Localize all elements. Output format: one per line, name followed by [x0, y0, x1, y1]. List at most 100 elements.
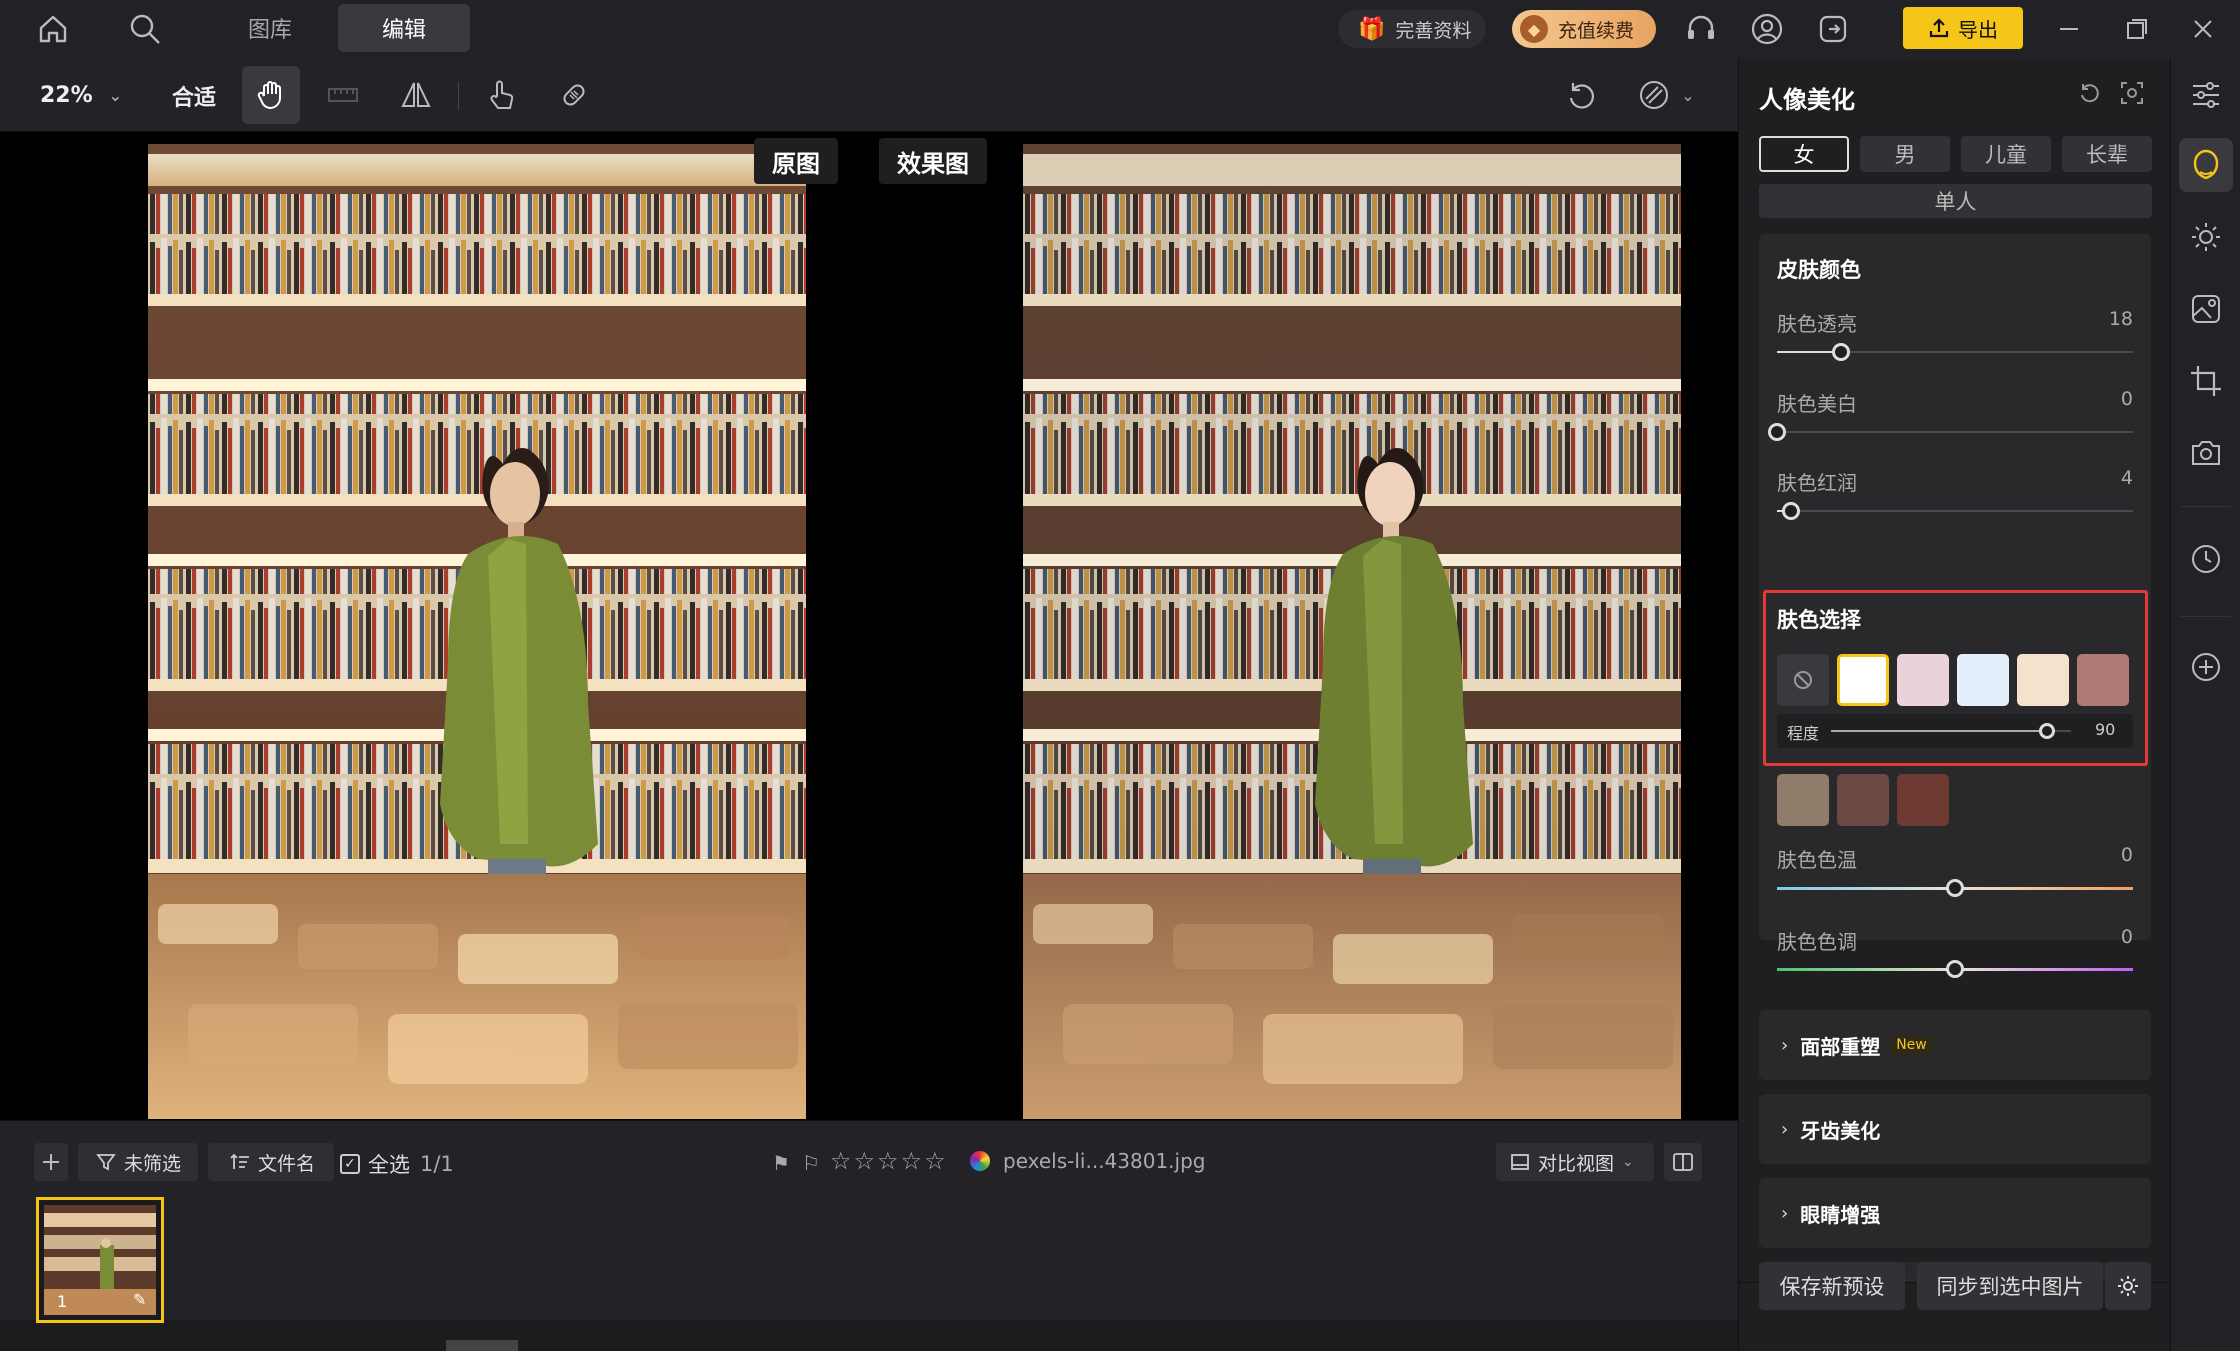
- color-label-icon[interactable]: [970, 1151, 990, 1171]
- skin-swatch-pink[interactable]: [1897, 654, 1949, 706]
- degree-value: 90: [2095, 720, 2116, 739]
- degree-handle[interactable]: [2039, 723, 2055, 739]
- photo-thumbnail[interactable]: 1 ✎: [36, 1197, 164, 1323]
- no-color-swatch[interactable]: [1777, 654, 1829, 706]
- home-icon[interactable]: [36, 12, 70, 46]
- flip-button[interactable]: [387, 66, 445, 124]
- thumbnail-index: 1: [57, 1292, 68, 1311]
- flag-icon[interactable]: ⚑: [772, 1151, 790, 1175]
- sync-selected-button[interactable]: 同步到选中图片: [1917, 1262, 2103, 1310]
- filename-label: pexels-li...43801.jpg: [1003, 1149, 1206, 1173]
- close-icon[interactable]: [2188, 14, 2218, 44]
- temp-handle[interactable]: [1946, 879, 1964, 897]
- view-mode-select[interactable]: 对比视图 ⌄: [1496, 1143, 1654, 1181]
- tone-value: 0: [2120, 926, 2133, 948]
- new-badge: New: [1890, 1035, 1933, 1055]
- section-eyes[interactable]: › 眼睛增强: [1759, 1178, 2151, 1248]
- chevron-down-icon: ⌄: [1622, 1154, 1634, 1170]
- tab-library[interactable]: 图库: [222, 4, 318, 52]
- minimize-icon[interactable]: [2054, 14, 2084, 44]
- filmstrip-scrollbar[interactable]: [446, 1340, 518, 1351]
- skin-swatch-dark[interactable]: [1897, 774, 1949, 826]
- upload-icon: [1929, 18, 1949, 38]
- search-icon[interactable]: [128, 12, 162, 46]
- gender-tab-elder[interactable]: 长辈: [2062, 136, 2152, 172]
- skin-swatch-brown[interactable]: [1837, 774, 1889, 826]
- rating-stars[interactable]: ☆☆☆☆☆: [830, 1147, 948, 1175]
- toolbar-divider: [458, 82, 459, 110]
- reset-icon[interactable]: [2077, 80, 2103, 106]
- edited-icon: ✎: [133, 1290, 147, 1309]
- ruler-tool-button[interactable]: [314, 66, 372, 124]
- slider-value: 4: [2120, 467, 2133, 489]
- sort-icon: [230, 1153, 249, 1169]
- tool-rail: [2170, 58, 2240, 1351]
- image-edit-icon[interactable]: [2189, 292, 2223, 326]
- temp-label: 肤色色温: [1777, 848, 1857, 872]
- split-icon: [1673, 1153, 1693, 1171]
- select-all-checkbox[interactable]: ✓ 全选 1/1: [340, 1149, 454, 1179]
- title-bar: 图库 编辑 🎁 完善资料 ◆ 充值续费 导出: [0, 0, 2240, 58]
- chevron-right-icon: ›: [1781, 1202, 1789, 1224]
- slider-handle[interactable]: [1768, 423, 1786, 441]
- rail-divider: [2181, 616, 2231, 617]
- skin-swatch-cool[interactable]: [1957, 654, 2009, 706]
- slider-handle[interactable]: [1782, 502, 1801, 520]
- export-button[interactable]: 导出: [1903, 7, 2023, 49]
- slider-track[interactable]: [1777, 431, 2133, 433]
- complete-profile-button[interactable]: 🎁 完善资料: [1338, 10, 1486, 48]
- face-detect-icon[interactable]: [2119, 80, 2145, 106]
- skin-color-title: 皮肤颜色: [1777, 258, 1861, 282]
- skin-swatch-rose[interactable]: [2077, 654, 2129, 706]
- original-photo: [148, 144, 806, 1119]
- skin-swatch-white[interactable]: [1837, 654, 1889, 706]
- gift-icon: 🎁: [1358, 16, 1386, 42]
- person-mode-button[interactable]: 单人: [1759, 184, 2152, 218]
- save-preset-button[interactable]: 保存新预设: [1759, 1262, 1905, 1310]
- eraser-tool-button[interactable]: [545, 66, 603, 124]
- section-face-reshape[interactable]: › 面部重塑 New: [1759, 1010, 2151, 1080]
- hand-tool-button[interactable]: [242, 66, 300, 124]
- compare-menu-button[interactable]: ⌄: [1624, 66, 1708, 124]
- degree-fill: [1831, 730, 2047, 732]
- slider-handle[interactable]: [1832, 343, 1851, 361]
- sort-button[interactable]: 文件名: [208, 1143, 334, 1181]
- effect-label: 效果图: [879, 138, 987, 184]
- headset-icon[interactable]: [1684, 12, 1718, 46]
- vip-renew-button[interactable]: ◆ 充值续费: [1512, 10, 1656, 48]
- camera-icon[interactable]: [2189, 436, 2223, 470]
- fit-button[interactable]: 合适: [172, 80, 216, 112]
- filter-button[interactable]: 未筛选: [78, 1143, 198, 1181]
- gender-tab-female[interactable]: 女: [1759, 136, 1849, 172]
- undo-icon: [1569, 83, 1594, 109]
- add-plugin-icon[interactable]: [2189, 650, 2223, 684]
- tone-handle[interactable]: [1946, 960, 1964, 978]
- skin-swatch-warm[interactable]: [2017, 654, 2069, 706]
- slider-track[interactable]: [1777, 510, 2133, 512]
- photo-canvas[interactable]: 原图 效果图: [0, 132, 1738, 1120]
- touch-tool-button[interactable]: [472, 66, 530, 124]
- split-view-button[interactable]: [1664, 1143, 1702, 1181]
- adjust-sliders-icon[interactable]: [2189, 78, 2223, 112]
- slider-label: 肤色透亮: [1777, 312, 1857, 336]
- slider-label: 肤色美白: [1777, 392, 1857, 416]
- undo-button[interactable]: [1552, 66, 1610, 124]
- sync-settings-button[interactable]: [2105, 1262, 2151, 1310]
- restore-icon[interactable]: [2122, 14, 2152, 44]
- portrait-tool-button[interactable]: [2179, 138, 2233, 192]
- zoom-select[interactable]: 22% ⌄: [40, 80, 122, 110]
- section-teeth[interactable]: › 牙齿美化: [1759, 1094, 2151, 1164]
- edit-toolbar: 22% ⌄ 合适 ⌄: [0, 58, 1738, 132]
- skin-swatch-tan[interactable]: [1777, 774, 1829, 826]
- logout-icon[interactable]: [1816, 12, 1850, 46]
- account-icon[interactable]: [1750, 12, 1784, 46]
- layout-icon: [1511, 1154, 1529, 1170]
- history-icon[interactable]: [2189, 542, 2223, 576]
- reject-flag-icon[interactable]: ⚐: [802, 1151, 820, 1175]
- tab-edit[interactable]: 编辑: [338, 4, 470, 52]
- add-photo-button[interactable]: [34, 1143, 68, 1181]
- crop-icon[interactable]: [2189, 364, 2223, 398]
- brightness-icon[interactable]: [2189, 220, 2223, 254]
- gender-tab-child[interactable]: 儿童: [1961, 136, 2051, 172]
- gender-tab-male[interactable]: 男: [1860, 136, 1950, 172]
